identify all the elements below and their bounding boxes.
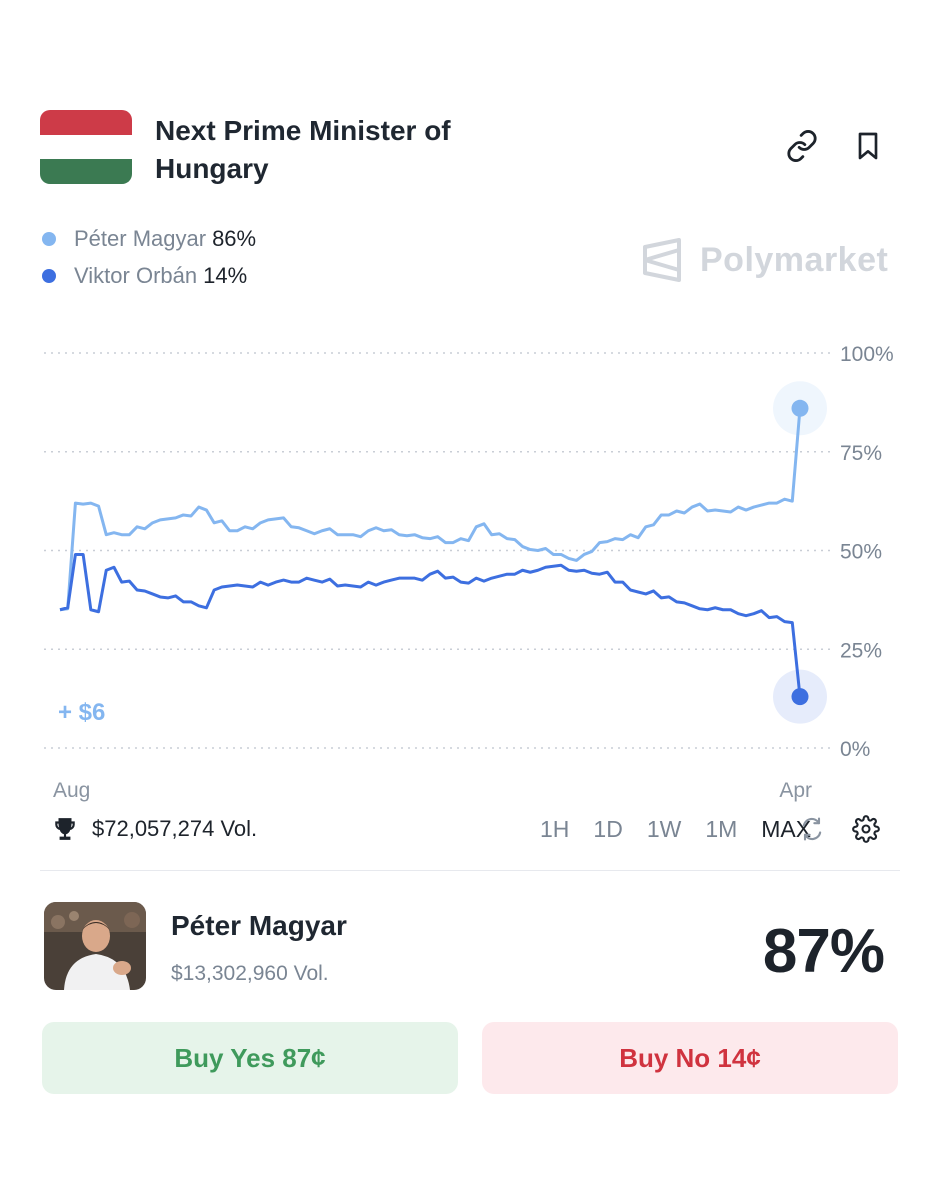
- x-tick-label: Aug: [53, 779, 90, 802]
- candidate-percent: 87%: [762, 917, 885, 986]
- y-tick-label: 0%: [840, 738, 870, 761]
- series-line: [59, 552, 802, 697]
- swap-icon[interactable]: [798, 815, 826, 843]
- chart-footer: $72,057,274 Vol. 1H 1D 1W 1M MAX: [52, 812, 902, 846]
- range-1h[interactable]: 1H: [540, 816, 569, 843]
- y-tick-label: 100%: [840, 343, 894, 366]
- time-range-selector: 1H 1D 1W 1M MAX: [540, 812, 835, 846]
- settings-gear-icon[interactable]: [852, 815, 880, 843]
- series-line: [59, 408, 802, 612]
- endpoint-marker: [791, 399, 809, 417]
- y-tick-label: 50%: [840, 541, 882, 564]
- range-1w[interactable]: 1W: [647, 816, 682, 843]
- candidate-avatar: [44, 902, 146, 990]
- divider: [40, 870, 900, 871]
- total-volume: $72,057,274 Vol.: [92, 816, 258, 841]
- candidate-volume: $13,302,960 Vol.: [171, 962, 329, 985]
- chart-annotation: + $6: [58, 699, 105, 726]
- x-tick-label: Apr: [779, 779, 812, 802]
- endpoint-marker: [791, 688, 809, 706]
- y-tick-label: 75%: [840, 442, 882, 465]
- range-1d[interactable]: 1D: [593, 816, 622, 843]
- candidate-name: Péter Magyar: [171, 910, 347, 941]
- buy-yes-button[interactable]: Buy Yes 87¢: [42, 1022, 458, 1094]
- buy-no-button[interactable]: Buy No 14¢: [482, 1022, 898, 1094]
- y-tick-label: 25%: [840, 639, 882, 662]
- price-history-chart: 100% 75% 50% 25% 0% Aug Apr + $6: [44, 343, 894, 802]
- range-1m[interactable]: 1M: [705, 816, 737, 843]
- trophy-icon: [55, 818, 75, 840]
